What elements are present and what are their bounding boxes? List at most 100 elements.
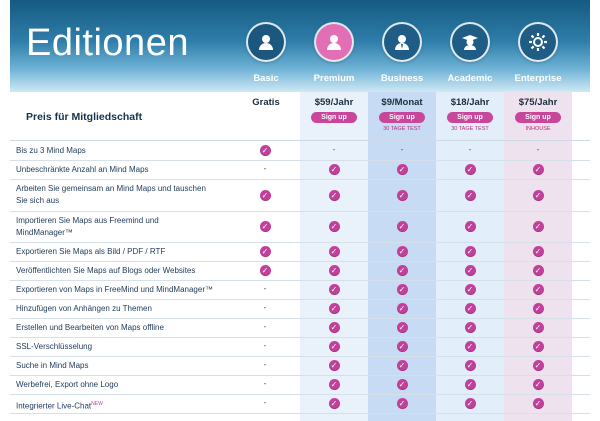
not-included-dash: - <box>263 360 267 369</box>
check-icon: ✓ <box>464 360 476 371</box>
not-included-dash: - <box>263 164 267 173</box>
feature-label: Arbeiten Sie gemeinsam an Mind Maps und … <box>16 183 216 207</box>
check-icon: ✓ <box>532 190 544 201</box>
check-icon: ✓ <box>328 379 340 390</box>
not-included-dash: - <box>263 398 267 407</box>
feature-label-text: Unbeschränkte Anzahl an Mind Maps <box>16 165 149 174</box>
feature-label-text: Suche in Mind Maps <box>16 361 89 370</box>
feature-label: Veröffentlichten Sie Maps auf Blogs oder… <box>16 265 216 277</box>
column-header-enterprise: Enterprise <box>514 73 562 84</box>
column-header-business: Business <box>380 73 424 84</box>
feature-label: Unbeschränkte Anzahl an Mind Maps <box>16 164 216 176</box>
feature-label-text: Integrierter Live-Chat <box>16 401 92 411</box>
check-icon: ✓ <box>532 246 544 257</box>
not-included-dash: - <box>332 145 336 154</box>
check-icon: ✓ <box>396 221 408 232</box>
not-included-dash: - <box>263 303 267 312</box>
signup-button-academic[interactable]: Sign up <box>447 112 493 123</box>
check-icon: ✓ <box>259 145 271 156</box>
check-icon: ✓ <box>328 398 340 409</box>
feature-label-text: Exportieren Sie Maps als Bild / PDF / RT… <box>16 247 166 256</box>
check-icon: ✓ <box>328 360 340 371</box>
business-trial-note: 30 TAGE TEST <box>383 126 421 132</box>
feature-label-text: Bis zu 3 Mind Maps <box>16 146 86 155</box>
column-header-premium: Premium <box>313 73 355 84</box>
not-included-dash: - <box>263 284 267 293</box>
check-icon: ✓ <box>328 322 340 333</box>
check-icon: ✓ <box>464 284 476 295</box>
check-icon: ✓ <box>396 322 408 333</box>
feature-label-text: Erstellen und Bearbeiten von Maps offlin… <box>16 323 164 332</box>
not-included-dash: - <box>263 379 267 388</box>
new-badge: NEW <box>91 401 103 407</box>
check-icon: ✓ <box>464 322 476 333</box>
price-premium: $59/Jahr <box>314 97 354 108</box>
check-icon: ✓ <box>396 190 408 201</box>
feature-label: Importieren Sie Maps aus Freemind und Mi… <box>16 215 216 239</box>
check-icon: ✓ <box>464 341 476 352</box>
premium-user-icon <box>316 24 352 60</box>
basic-user-icon <box>248 24 284 60</box>
graduate-icon <box>452 24 488 60</box>
academic-trial-note: 30 TAGE TEST <box>451 126 489 132</box>
check-icon: ✓ <box>464 246 476 257</box>
check-icon: ✓ <box>464 164 476 175</box>
check-icon: ✓ <box>259 246 271 257</box>
price-label: Preis für Mitgliedschaft <box>26 111 143 123</box>
not-included-dash: - <box>536 145 540 154</box>
check-icon: ✓ <box>464 379 476 390</box>
feature-label-text: Importieren Sie Maps aus Freemind und Mi… <box>16 216 159 237</box>
not-included-dash: - <box>400 145 404 154</box>
feature-label: SSL-Verschlüsselung <box>16 341 216 353</box>
check-icon: ✓ <box>328 341 340 352</box>
check-icon: ✓ <box>396 265 408 276</box>
feature-label: Hinzufügen von Anhängen zu Themen <box>16 303 216 315</box>
feature-label: Integrierter Live-ChatNEW <box>16 398 216 413</box>
not-included-dash: - <box>263 322 267 331</box>
column-header-academic: Academic <box>447 73 493 84</box>
check-icon: ✓ <box>328 190 340 201</box>
feature-label-text: Veröffentlichten Sie Maps auf Blogs oder… <box>16 266 196 275</box>
price-business: $9/Monat <box>381 97 423 108</box>
check-icon: ✓ <box>464 190 476 201</box>
gear-icon <box>520 24 556 60</box>
check-icon: ✓ <box>396 398 408 409</box>
check-icon: ✓ <box>464 398 476 409</box>
enterprise-inhouse-note: INHOUSE <box>525 126 551 132</box>
check-icon: ✓ <box>532 379 544 390</box>
check-icon: ✓ <box>532 284 544 295</box>
feature-label-text: Hinzufügen von Anhängen zu Themen <box>16 304 152 313</box>
feature-label-text: SSL-Verschlüsselung <box>16 342 93 351</box>
not-included-dash: - <box>263 341 267 350</box>
check-icon: ✓ <box>259 190 271 201</box>
price-academic: $18/Jahr <box>450 97 490 108</box>
signup-button-business[interactable]: Sign up <box>379 112 425 123</box>
price-basic: Gratis <box>252 97 280 108</box>
check-icon: ✓ <box>396 360 408 371</box>
price-enterprise: $75/Jahr <box>518 97 558 108</box>
check-icon: ✓ <box>396 379 408 390</box>
check-icon: ✓ <box>532 265 544 276</box>
check-icon: ✓ <box>396 284 408 295</box>
signup-button-premium[interactable]: Sign up <box>311 112 357 123</box>
check-icon: ✓ <box>396 341 408 352</box>
page-title: Editionen <box>26 22 189 64</box>
check-icon: ✓ <box>532 221 544 232</box>
check-icon: ✓ <box>259 221 271 232</box>
check-icon: ✓ <box>532 303 544 314</box>
feature-label-text: Exportieren von Maps in FreeMind und Min… <box>16 285 213 294</box>
check-icon: ✓ <box>396 246 408 257</box>
feature-label: Werbefrei, Export ohne Logo <box>16 379 216 391</box>
check-icon: ✓ <box>328 164 340 175</box>
feature-label-text: Arbeiten Sie gemeinsam an Mind Maps und … <box>16 184 206 205</box>
check-icon: ✓ <box>532 164 544 175</box>
check-icon: ✓ <box>328 303 340 314</box>
check-icon: ✓ <box>532 398 544 409</box>
business-user-icon <box>384 24 420 60</box>
check-icon: ✓ <box>464 265 476 276</box>
feature-label: Suche in Mind Maps <box>16 360 216 372</box>
pricing-page: Editionen Basic Premium Business Academi… <box>0 0 600 421</box>
check-icon: ✓ <box>328 265 340 276</box>
feature-label: Bis zu 3 Mind Maps <box>16 145 216 157</box>
signup-button-enterprise[interactable]: Sign up <box>515 112 561 123</box>
